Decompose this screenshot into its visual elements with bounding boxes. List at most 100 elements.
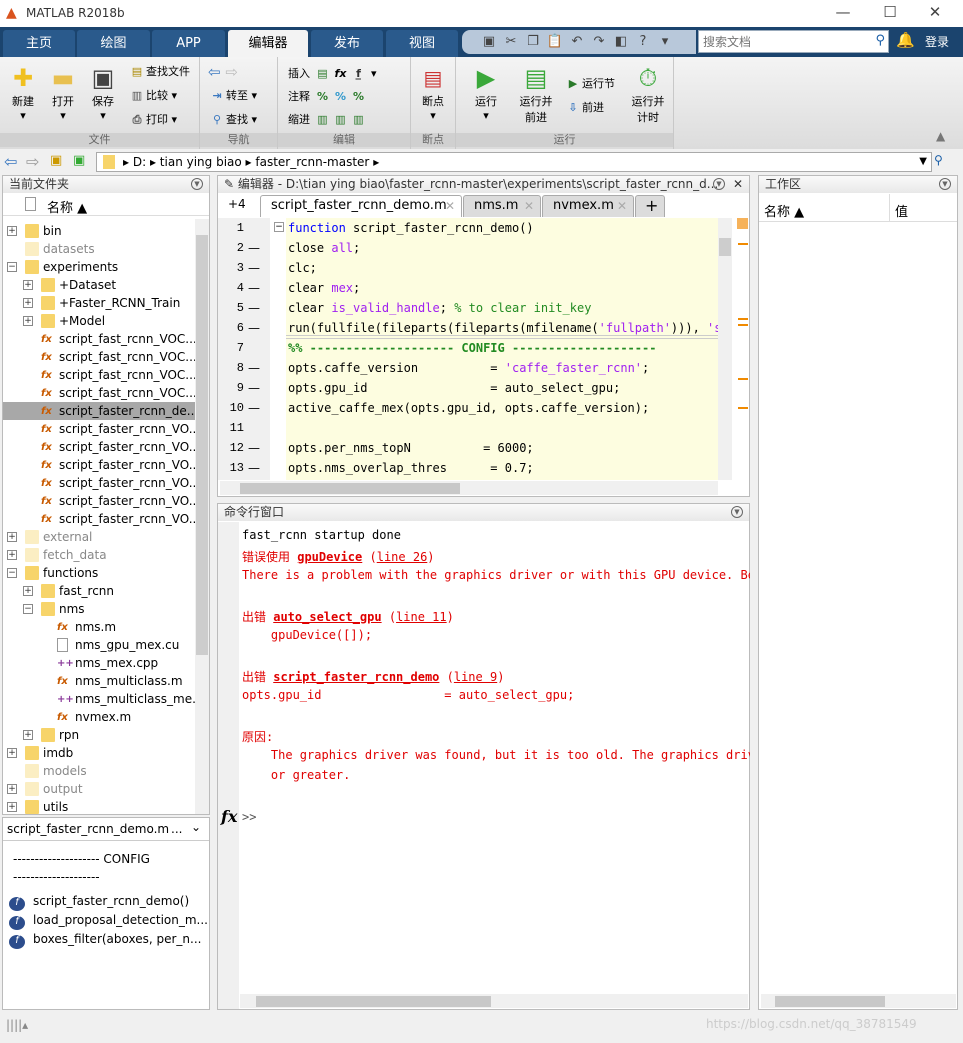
save-icon[interactable]: ▣ [478,30,500,54]
decrease-indent-icon[interactable]: ▥ [332,113,350,126]
file-tree-item[interactable]: fx script_fast_rcnn_VOC... [3,330,195,348]
file-tree-item[interactable]: + fetch_data [3,546,195,564]
file-tree-item[interactable]: ++ nms_mex.cpp [3,654,195,672]
search-icon[interactable]: ⚲ [875,33,885,48]
file-tree-item[interactable]: + imdb [3,744,195,762]
login-button[interactable]: 登录 [925,33,949,50]
panel-menu-icon[interactable]: ▼ [939,178,951,190]
expand-icon[interactable]: + [23,586,33,596]
goto-button[interactable]: ⇥ 转至 ▾ [208,87,257,103]
function-item[interactable]: f boxes_filter(aboxes, per_n... [9,932,208,951]
breakpoint-marker[interactable]: — [248,401,260,415]
code-line[interactable]: run(fullfile(fileparts(fileparts(mfilena… [288,321,718,335]
collapse-icon[interactable]: − [23,604,33,614]
line-number[interactable]: 2 [218,241,244,255]
file-tree-item[interactable]: − functions [3,564,195,582]
expand-icon[interactable]: + [23,730,33,740]
run-and-advance-button[interactable]: ▤ 运行并 前进 [514,63,558,125]
insert-section-icon[interactable]: ▤ [314,67,332,80]
run-and-time-button[interactable]: ⏱ 运行并 计时 [626,63,670,125]
line-number[interactable]: 5 [218,301,244,315]
file-tree-item[interactable]: + external [3,528,195,546]
close-tab-icon[interactable]: ✕ [445,196,455,216]
line-number[interactable]: 13 [218,461,244,475]
code-line[interactable]: opts.gpu_id = auto_select_gpu; [288,381,620,395]
expand-icon[interactable]: + [23,316,33,326]
back-icon[interactable]: ⇦ [208,63,221,81]
run-section-button[interactable]: ▶ 运行节 [564,75,615,91]
line-number[interactable]: 3 [218,261,244,275]
file-tree-item[interactable]: datasets [3,240,195,258]
command-prompt[interactable]: >> [242,810,256,824]
tab-editor[interactable]: 编辑器 [228,30,308,57]
expand-icon[interactable]: + [23,280,33,290]
file-tree-item[interactable]: − experiments [3,258,195,276]
insert-function-icon[interactable]: fx [332,67,350,80]
column-name-header[interactable]: 名称 ▲ [47,197,87,216]
code-line[interactable]: active_caffe_mex(opts.gpu_id, opts.caffe… [288,401,649,415]
save-button[interactable]: ▣ 保存 ▾ [83,63,123,122]
breakpoint-marker[interactable]: — [248,461,260,475]
panel-menu-icon[interactable]: ▼ [191,178,203,190]
tab-publish[interactable]: 发布 [311,30,383,57]
line-number[interactable]: 9 [218,381,244,395]
line-number[interactable]: 1 [218,221,244,235]
code-fold-icon[interactable]: − [274,222,284,232]
smart-indent-icon[interactable]: ▥ [314,113,332,126]
expand-icon[interactable]: + [7,532,17,542]
uncomment-icon[interactable]: % [332,90,350,103]
panel-menu-icon[interactable]: ▼ [713,178,725,190]
open-button[interactable]: ▬ 打开 ▾ [43,63,83,122]
file-tree-item[interactable]: fx nms_multiclass.m [3,672,195,690]
file-tree-item[interactable]: fx script_faster_rcnn_VO... [3,438,195,456]
error-link[interactable]: auto_select_gpu [273,610,381,624]
file-tree-item[interactable]: + utils [3,798,195,814]
undo-icon[interactable]: ↶ [566,30,588,54]
line-number[interactable]: 11 [218,421,244,435]
path-segment[interactable]: tian ying biao [160,155,242,169]
editor-tab[interactable]: nms.m ✕ [463,195,541,217]
minimize-button[interactable]: — [828,3,858,21]
wrap-comment-icon[interactable]: % [350,90,368,103]
copy-icon[interactable]: ❐ [522,30,544,54]
help-icon[interactable]: ? [632,30,654,54]
file-tree-item[interactable]: + fast_rcnn [3,582,195,600]
file-tree-item[interactable]: fx script_faster_rcnn_VO... [3,420,195,438]
file-tree-item[interactable]: + +Model [3,312,195,330]
function-item[interactable]: f script_faster_rcnn_demo() [9,894,208,913]
file-tree-item[interactable]: − nms [3,600,195,618]
new-tab-button[interactable]: + [635,195,665,217]
file-tree-item[interactable]: fx script_faster_rcnn_VO... [3,510,195,528]
code-line[interactable]: clc; [288,261,317,275]
cut-icon[interactable]: ✂ [500,30,522,54]
line-number[interactable]: 6 [218,321,244,335]
collapse-icon[interactable]: − [7,262,17,272]
breakpoint-marker[interactable]: — [248,301,260,315]
back-icon[interactable]: ⇦ [4,152,17,171]
file-tree-item[interactable]: ++ nms_multiclass_me... [3,690,195,708]
expand-icon[interactable]: + [23,298,33,308]
error-link[interactable]: line 11 [396,610,447,624]
file-tree-item[interactable]: fx script_faster_rcnn_de... [3,402,195,420]
advance-button[interactable]: ⇩ 前进 [564,99,604,115]
run-button[interactable]: ▶ 运行 ▾ [466,63,506,122]
path-dropdown-icon[interactable]: ▼ [919,153,927,171]
find-files-button[interactable]: ▤ 查找文件 [128,63,190,79]
increase-indent-icon[interactable]: ▥ [350,113,368,126]
file-tree-item[interactable]: fx script_faster_rcnn_VO... [3,474,195,492]
path-field[interactable]: ▸ D: ▸ tian ying biao ▸ faster_rcnn-mast… [96,152,932,172]
tab-home[interactable]: 主页 [3,30,75,57]
code-line[interactable]: close all; [288,241,360,255]
compare-button[interactable]: ▥ 比较 ▾ [128,87,177,103]
code-line[interactable]: opts.per_nms_topN = 6000; [288,441,534,455]
file-tree-item[interactable]: + output [3,780,195,798]
comment-icon[interactable]: % [314,90,332,103]
redo-icon[interactable]: ↷ [588,30,610,54]
command-hscrollbar[interactable] [240,994,748,1008]
search-input[interactable] [699,31,859,52]
editor-tab[interactable]: nvmex.m ✕ [542,195,634,217]
maximize-button[interactable]: ☐ [875,3,905,21]
expand-icon[interactable]: + [7,748,17,758]
expand-icon[interactable]: + [7,802,17,812]
breakpoint-marker[interactable]: — [248,261,260,275]
